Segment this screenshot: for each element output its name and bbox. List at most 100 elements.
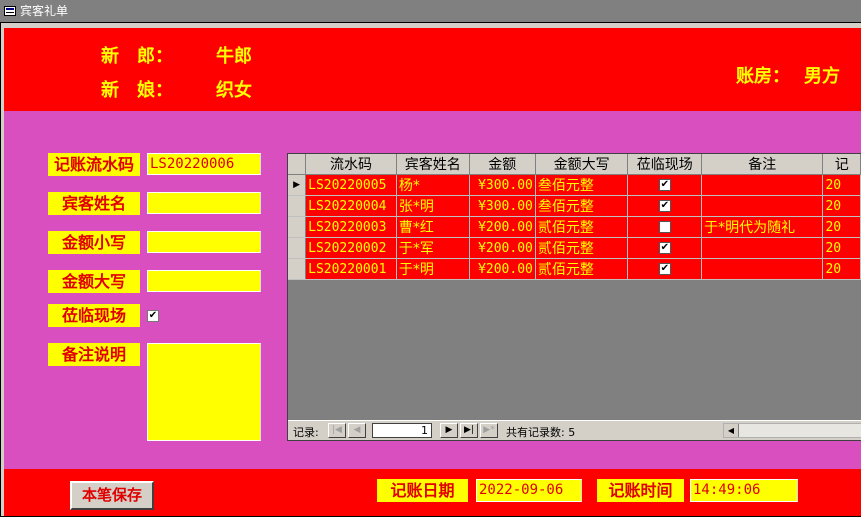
present-checkbox[interactable]: ✔	[658, 263, 671, 275]
note-cell[interactable]: 于*明代为随礼	[701, 216, 824, 238]
bride-label: 新 娘：	[101, 80, 173, 101]
column-header[interactable]: 金额大写	[535, 154, 629, 175]
note-field[interactable]	[147, 343, 261, 441]
present-checkbox[interactable]: ✔	[658, 200, 671, 212]
prev-record-icon[interactable]: ◀	[348, 423, 366, 438]
column-header[interactable]: 备注	[701, 154, 824, 175]
note-cell[interactable]	[701, 237, 824, 259]
name-cell[interactable]: 于*明	[396, 258, 470, 280]
amount-upper-cell[interactable]: 贰佰元整	[535, 216, 629, 238]
note-cell[interactable]	[701, 195, 824, 217]
amount-field[interactable]	[147, 231, 261, 253]
serial-cell[interactable]: LS20220002	[305, 237, 397, 259]
record-label: 记录:	[293, 426, 319, 439]
column-header[interactable]: 宾客姓名	[396, 154, 470, 175]
row-selector-header[interactable]	[288, 154, 307, 175]
next-record-icon[interactable]: ▶	[440, 423, 458, 438]
amount-upper-label: 金额大写	[48, 270, 140, 293]
present-cell[interactable]: ✔	[627, 237, 703, 259]
note-cell[interactable]	[701, 258, 824, 280]
column-header[interactable]: 金额	[469, 154, 536, 175]
amount-upper-cell[interactable]: 贰佰元整	[535, 258, 629, 280]
extra-cell[interactable]: 20	[822, 216, 861, 238]
present-cell[interactable]	[627, 216, 703, 238]
present-cell[interactable]: ✔	[627, 195, 703, 217]
note-label: 备注说明	[48, 343, 140, 366]
groom-value: 牛郎	[216, 46, 252, 67]
amount-upper-cell[interactable]: 叁佰元整	[535, 174, 629, 196]
table-row[interactable]: LS20220001 于*明 ¥200.00 贰佰元整 ✔ 20	[288, 258, 861, 280]
amount-label: 金额小写	[48, 231, 140, 254]
present-cell[interactable]: ✔	[627, 258, 703, 280]
records-table: 流水码 宾客姓名 金额 金额大写 莅临现场 备注 记 ▶ LS20220005 …	[288, 154, 861, 280]
amount-upper-cell[interactable]: 叁佰元整	[535, 195, 629, 217]
amount-cell[interactable]: ¥200.00	[469, 237, 536, 259]
date-label: 记账日期	[377, 479, 468, 502]
table-row[interactable]: LS20220003 曹*红 ¥200.00 贰佰元整 于*明代为随礼 20	[288, 216, 861, 238]
form-window: 新 郎： 牛郎 新 娘： 织女 账房： 男方 记账流水码 LS20220006 …	[0, 22, 861, 517]
name-cell[interactable]: 于*军	[396, 237, 470, 259]
horizontal-scrollbar[interactable]: ◀	[723, 423, 861, 438]
form-detail: 记账流水码 LS20220006 宾客姓名 金额小写 金额大写 莅临现场 ✔ 备…	[4, 111, 861, 469]
scroll-left-icon[interactable]: ◀	[724, 424, 739, 437]
column-header[interactable]: 流水码	[305, 154, 397, 175]
extra-cell[interactable]: 20	[822, 258, 861, 280]
present-cell[interactable]: ✔	[627, 174, 703, 196]
present-checkbox[interactable]: ✔	[658, 179, 671, 191]
serial-cell[interactable]: LS20220003	[305, 216, 397, 238]
row-selector[interactable]	[288, 195, 307, 217]
amount-cell[interactable]: ¥300.00	[469, 174, 536, 196]
amount-cell[interactable]: ¥200.00	[469, 258, 536, 280]
last-record-icon[interactable]: ▶|	[460, 423, 478, 438]
form-header: 新 郎： 牛郎 新 娘： 织女 账房： 男方	[4, 28, 861, 111]
name-cell[interactable]: 曹*红	[396, 216, 470, 238]
extra-cell[interactable]: 20	[822, 237, 861, 259]
accountant-value: 男方	[804, 66, 840, 87]
table-row[interactable]: ▶ LS20220005 杨* ¥300.00 叁佰元整 ✔ 20	[288, 174, 861, 196]
present-checkbox[interactable]: ✔	[658, 242, 671, 254]
new-record-icon[interactable]: ▶*	[480, 423, 498, 438]
extra-cell[interactable]: 20	[822, 174, 861, 196]
guest-name-label: 宾客姓名	[48, 192, 140, 215]
amount-cell[interactable]: ¥200.00	[469, 216, 536, 238]
record-navigation-bar: 记录: |◀ ◀ 1 ▶ ▶| ▶* 共有记录数: 5 ◀	[288, 420, 861, 440]
table-row[interactable]: LS20220004 张*明 ¥300.00 叁佰元整 ✔ 20	[288, 195, 861, 217]
current-record-indicator-icon[interactable]: ▶	[288, 174, 307, 196]
present-label: 莅临现场	[48, 304, 140, 327]
serial-cell[interactable]: LS20220001	[305, 258, 397, 280]
groom-label: 新 郎：	[101, 46, 173, 67]
name-cell[interactable]: 张*明	[396, 195, 470, 217]
form-window-icon	[4, 6, 16, 16]
amount-upper-field[interactable]	[147, 270, 261, 292]
bride-value: 织女	[216, 80, 252, 101]
serial-cell[interactable]: LS20220005	[305, 174, 397, 196]
serial-cell[interactable]: LS20220004	[305, 195, 397, 217]
present-checkbox[interactable]	[658, 221, 671, 233]
date-field[interactable]: 2022-09-06	[476, 479, 582, 502]
guest-name-field[interactable]	[147, 192, 261, 214]
row-selector[interactable]	[288, 258, 307, 280]
column-header[interactable]: 记	[822, 154, 861, 175]
amount-upper-cell[interactable]: 贰佰元整	[535, 237, 629, 259]
serial-label: 记账流水码	[48, 153, 140, 176]
first-record-icon[interactable]: |◀	[328, 423, 346, 438]
row-selector[interactable]	[288, 237, 307, 259]
time-field[interactable]: 14:49:06	[690, 479, 798, 502]
form-footer: 本笔保存 记账日期 2022-09-06 记账时间 14:49:06	[4, 469, 861, 516]
window-titlebar: 宾客礼单	[0, 0, 861, 22]
records-datasheet[interactable]: 流水码 宾客姓名 金额 金额大写 莅临现场 备注 记 ▶ LS20220005 …	[287, 153, 861, 441]
accountant-label: 账房：	[736, 66, 790, 87]
window-title: 宾客礼单	[20, 4, 69, 18]
note-cell[interactable]	[701, 174, 824, 196]
serial-field[interactable]: LS20220006	[147, 153, 261, 175]
extra-cell[interactable]: 20	[822, 195, 861, 217]
column-header[interactable]: 莅临现场	[627, 154, 703, 175]
name-cell[interactable]: 杨*	[396, 174, 470, 196]
save-record-button[interactable]: 本笔保存	[70, 481, 154, 510]
record-count: 共有记录数: 5	[506, 426, 576, 439]
amount-cell[interactable]: ¥300.00	[469, 195, 536, 217]
table-row[interactable]: LS20220002 于*军 ¥200.00 贰佰元整 ✔ 20	[288, 237, 861, 259]
row-selector[interactable]	[288, 216, 307, 238]
present-checkbox[interactable]: ✔	[147, 310, 159, 322]
current-record-input[interactable]: 1	[372, 423, 432, 438]
